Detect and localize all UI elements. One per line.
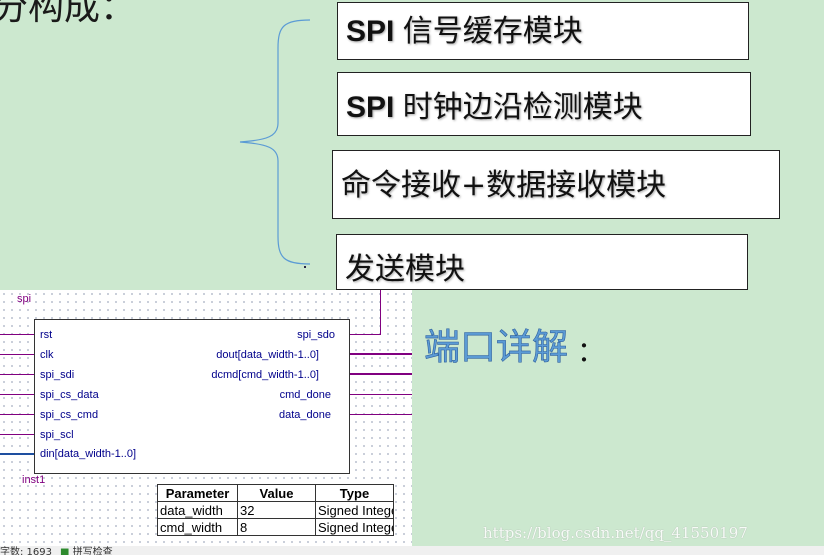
wire-dcmd	[350, 373, 412, 375]
wire-clk	[0, 354, 34, 355]
module-box-command-data-receive: 命令接收+数据接收模块	[332, 150, 780, 219]
module-prefix: SPI	[346, 15, 403, 48]
watermark-url: https://blog.csdn.net/qq_41550197	[483, 524, 748, 542]
port-spi-cs-data: spi_cs_data	[40, 389, 99, 401]
module-box-signal-buffer: SPI 信号缓存模块	[337, 2, 749, 60]
table-header-row: Parameter Value Type	[157, 484, 394, 502]
module-prefix: SPI	[346, 91, 403, 124]
wire-spi-cs-data	[0, 394, 34, 395]
module-label: 信号缓存模块	[402, 14, 583, 49]
table-cell: Signed Integer	[315, 518, 394, 536]
wire-data-done	[350, 414, 412, 415]
slide-heading: 分构成：	[0, 0, 137, 28]
column-header: Type	[315, 484, 394, 502]
table-cell: data_width	[157, 501, 238, 519]
wire-spi-sdi	[0, 374, 34, 375]
title-colon: ：	[577, 335, 606, 368]
instance-name-label: inst1	[22, 474, 46, 486]
spell-check-status[interactable]: ■ 拼写检查	[60, 546, 113, 555]
check-icon: ■	[60, 547, 70, 555]
wire-spi-scl	[0, 434, 34, 435]
column-header: Parameter	[157, 484, 238, 502]
spi-module-block[interactable]: rst clk spi_sdi spi_cs_data spi_cs_cmd s…	[34, 319, 350, 474]
port-cmd-done: cmd_done	[279, 389, 331, 401]
module-box-transmit: 发送模块	[336, 234, 748, 290]
wire-spi-sdo-riser	[380, 290, 381, 335]
wire-cmd-done	[350, 394, 412, 395]
wire-spi-cs-cmd	[0, 414, 34, 415]
status-bar: 字数: 1693 ■ 拼写检查	[0, 546, 824, 555]
table-cell: 32	[237, 501, 316, 519]
port-spi-sdo: spi_sdo	[297, 329, 335, 341]
table-row[interactable]: cmd_width 8 Signed Integer	[157, 518, 394, 536]
wire-dout	[350, 353, 412, 355]
stray-dot	[304, 266, 306, 268]
port-spi-sdi: spi_sdi	[40, 369, 75, 381]
table-cell: Signed Integer	[315, 501, 394, 519]
port-dcmd: dcmd[cmd_width-1..0]	[211, 369, 319, 381]
port-din: din[data_width-1..0]	[40, 448, 137, 460]
module-label: 命令接收+数据接收模块	[341, 168, 667, 203]
word-count: 字数: 1693	[0, 547, 52, 555]
port-rst: rst	[40, 329, 53, 341]
table-cell: 8	[237, 518, 316, 536]
module-box-clock-edge-detect: SPI 时钟边沿检测模块	[337, 72, 751, 136]
curly-brace	[239, 19, 311, 265]
port-details-title: 端口详解	[424, 327, 569, 369]
column-header: Value	[237, 484, 316, 502]
parameter-table: Parameter Value Type data_width 32 Signe…	[157, 484, 394, 536]
port-clk: clk	[40, 349, 54, 361]
wire-spi-sdo	[350, 334, 380, 335]
port-dout: dout[data_width-1..0]	[216, 349, 319, 361]
port-spi-cs-cmd: spi_cs_cmd	[40, 409, 99, 421]
module-label: 发送模块	[345, 252, 465, 287]
port-data-done: data_done	[279, 409, 331, 421]
wire-din	[0, 453, 34, 455]
port-spi-scl: spi_scl	[40, 429, 74, 441]
spell-check-label: 拼写检查	[72, 547, 113, 555]
table-row[interactable]: data_width 32 Signed Integer	[157, 501, 394, 519]
wire-rst	[0, 334, 34, 335]
module-name-label: spi	[17, 293, 32, 305]
table-cell: cmd_width	[157, 518, 238, 536]
module-label: 时钟边沿检测模块	[402, 90, 643, 125]
